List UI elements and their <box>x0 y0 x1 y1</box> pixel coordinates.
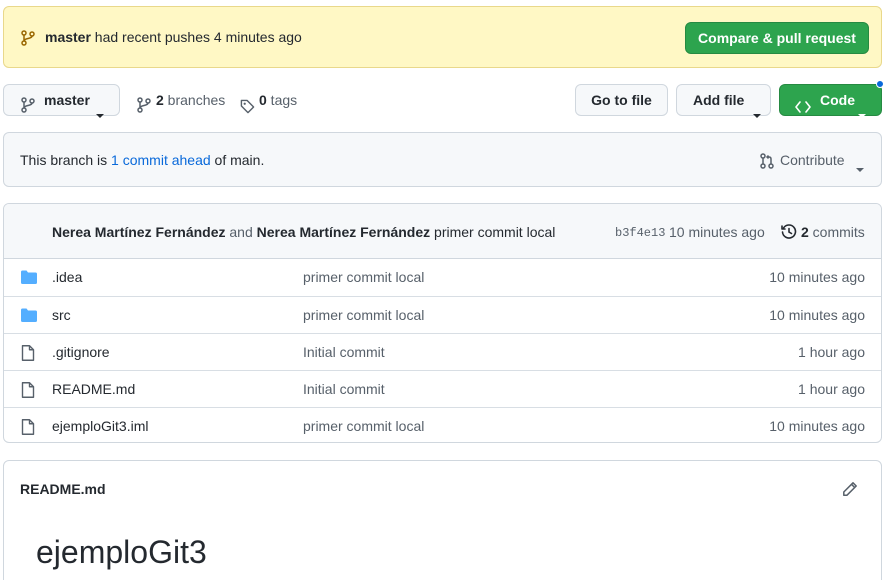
branch-ahead-box: This branch is 1 commit ahead of main. C… <box>3 132 882 187</box>
folder-icon <box>21 270 37 287</box>
file-row[interactable]: .gitignore Initial commit 1 hour ago <box>4 333 881 370</box>
commits-label: commits <box>808 224 865 240</box>
ahead-prefix: This branch is <box>20 152 112 168</box>
caret-down-icon <box>753 98 761 128</box>
git-branch-icon <box>21 93 35 123</box>
code-icon <box>795 94 811 124</box>
file-commit-age: 1 hour ago <box>798 381 865 397</box>
commit-coauthor-link[interactable]: Nerea Martínez Fernández <box>257 224 431 240</box>
history-icon <box>781 224 797 243</box>
readme-header: README.md <box>20 481 106 497</box>
recent-push-banner: master had recent pushes 4 minutes ago C… <box>3 6 882 68</box>
file-icon <box>21 345 35 364</box>
folder-icon <box>21 308 37 325</box>
tag-icon <box>240 93 255 125</box>
readme-panel: README.md ejemploGit3 <box>3 460 882 580</box>
push-message-text: had recent pushes 4 minutes ago <box>90 29 302 45</box>
file-icon <box>21 382 35 401</box>
file-icon <box>21 419 35 438</box>
latest-commit-authors: Nerea Martínez Fernández and Nerea Martí… <box>52 224 555 240</box>
pushed-branch-name: master <box>45 29 91 45</box>
caret-down-icon <box>856 159 864 175</box>
caret-down-icon <box>858 98 866 128</box>
readme-title: ejemploGit3 <box>36 534 207 570</box>
file-browser: Nerea Martínez Fernández and Nerea Martí… <box>3 203 882 443</box>
commits-count-link[interactable]: 2 commits <box>801 224 865 240</box>
add-file-label: Add file <box>693 92 745 108</box>
commits-count: 2 <box>801 224 809 240</box>
git-pull-request-icon <box>760 153 774 172</box>
file-commit-message[interactable]: Initial commit <box>303 344 385 360</box>
tags-label: tags <box>266 92 298 108</box>
file-name-link[interactable]: ejemploGit3.iml <box>52 418 148 434</box>
commits-ahead-link[interactable]: 1 commit ahead <box>111 152 211 168</box>
repo-toolbar: master 2 branches 0 tags Go to file Add … <box>0 80 887 118</box>
commit-time: 10 minutes ago <box>669 224 765 240</box>
ahead-suffix: of main. <box>210 152 265 168</box>
branches-count: 2 <box>156 92 164 108</box>
file-commit-age: 10 minutes ago <box>769 269 865 285</box>
git-branch-icon <box>137 92 151 124</box>
file-name-link[interactable]: README.md <box>52 381 135 397</box>
commit-sha-link[interactable]: b3f4e13 <box>615 226 665 240</box>
latest-commit-bar: Nerea Martínez Fernández and Nerea Martí… <box>4 204 881 259</box>
branches-label: branches <box>163 92 226 108</box>
authors-conjunction: and <box>225 224 257 240</box>
file-row[interactable]: .idea primer commit local 10 minutes ago <box>4 259 881 296</box>
add-file-button[interactable]: Add file <box>676 84 771 118</box>
file-commit-message[interactable]: primer commit local <box>303 307 424 323</box>
pencil-icon[interactable] <box>842 481 858 500</box>
file-commit-age: 1 hour ago <box>798 344 865 360</box>
branch-ahead-text: This branch is 1 commit ahead of main. <box>20 152 264 168</box>
file-row[interactable]: README.md Initial commit 1 hour ago <box>4 370 881 407</box>
latest-commit-message[interactable]: primer commit local <box>430 224 555 240</box>
git-branch-icon <box>21 30 35 46</box>
notification-dot <box>876 80 884 88</box>
branch-select-button[interactable]: master <box>3 84 120 118</box>
compare-pull-request-button[interactable]: Compare & pull request <box>685 22 869 54</box>
file-row[interactable]: src primer commit local 10 minutes ago <box>4 296 881 333</box>
file-commit-age: 10 minutes ago <box>769 418 865 434</box>
file-name-link[interactable]: .idea <box>52 269 82 285</box>
push-message: master had recent pushes 4 minutes ago <box>45 29 302 45</box>
code-button[interactable]: Code <box>779 80 884 118</box>
branch-select-label: master <box>44 92 90 108</box>
file-commit-message[interactable]: Initial commit <box>303 381 385 397</box>
code-label: Code <box>820 92 855 108</box>
go-to-file-button[interactable]: Go to file <box>575 84 668 116</box>
file-name-link[interactable]: .gitignore <box>52 344 110 360</box>
file-commit-message[interactable]: primer commit local <box>303 269 424 285</box>
file-commit-age: 10 minutes ago <box>769 307 865 323</box>
file-name-link[interactable]: src <box>52 307 71 323</box>
caret-down-icon <box>96 98 104 128</box>
contribute-label: Contribute <box>780 152 845 168</box>
file-row[interactable]: ejemploGit3.iml primer commit local 10 m… <box>4 407 881 442</box>
commit-author-link[interactable]: Nerea Martínez Fernández <box>52 224 226 240</box>
tags-count: 0 <box>259 92 267 108</box>
file-commit-message[interactable]: primer commit local <box>303 418 424 434</box>
